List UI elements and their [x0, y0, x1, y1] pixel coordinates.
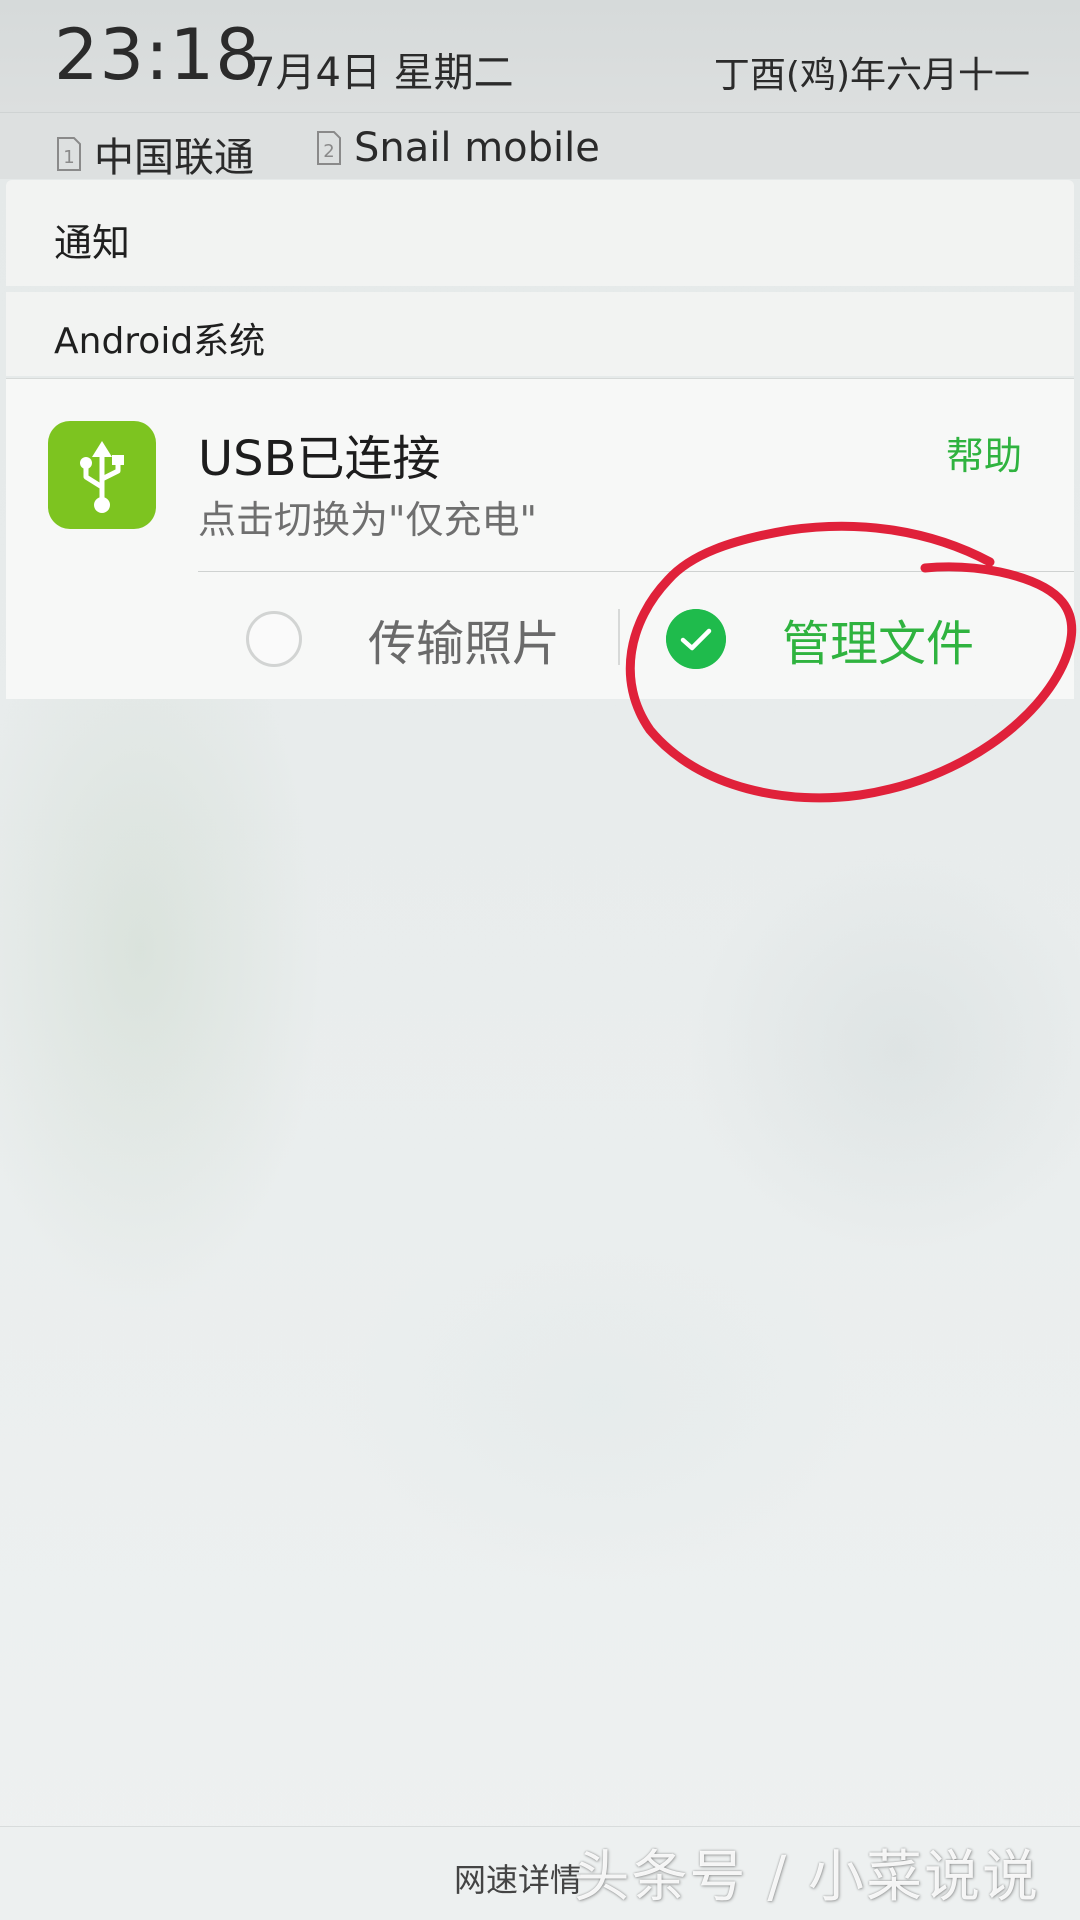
option-separator [618, 609, 620, 665]
sim-slot-1: 1 中国联通 [56, 125, 254, 183]
carrier-name: Snail mobile [354, 125, 600, 171]
clock-time: 23:18 [54, 14, 261, 96]
sim-card-icon: 1 [57, 137, 81, 171]
option-label: 管理文件 [782, 616, 975, 672]
sim-card-icon: 2 [317, 131, 341, 165]
sim-slot-number: 2 [323, 141, 334, 162]
usb-notification[interactable]: USB已连接 点击切换为"仅充电" 帮助 传输照片 管理文件 [6, 378, 1074, 699]
sim-slot-number: 1 [63, 147, 74, 168]
option-transfer-photos[interactable]: 传输照片 [246, 601, 560, 677]
usb-notification-subtitle[interactable]: 点击切换为"仅充电" [198, 489, 537, 544]
check-circle-icon[interactable] [666, 609, 726, 669]
sim-slot-2: 2 Snail mobile [316, 125, 600, 171]
notification-group-header[interactable]: Android系统 [6, 292, 1074, 376]
carrier-name: 中国联通 [94, 135, 254, 181]
help-link[interactable]: 帮助 [946, 425, 1022, 480]
watermark: 头条号 / 小菜说说 [573, 1845, 1040, 1910]
option-label: 传输照片 [368, 616, 561, 672]
date-label: 7月4日 星期二 [250, 50, 514, 96]
usb-notification-title: USB已连接 [198, 431, 441, 487]
divider [198, 571, 1074, 572]
notification-group-title: Android系统 [54, 321, 266, 362]
blurred-backdrop [0, 0, 1080, 1920]
net-speed-link[interactable]: 网速详情 [454, 1855, 582, 1901]
usb-symbol-icon [80, 441, 124, 513]
option-manage-files[interactable]: 管理文件 [666, 601, 974, 677]
lunar-date: 丁酉(鸡)年六月十一 [713, 55, 1030, 96]
status-header: 23:18 7月4日 星期二 丁酉(鸡)年六月十一 [0, 0, 1080, 112]
radio-unchecked-icon[interactable] [246, 611, 302, 667]
usb-icon [48, 421, 156, 529]
notification-header-label: 通知 [54, 221, 131, 265]
sim-carrier-bar: 1 中国联通 2 Snail mobile [0, 112, 1080, 181]
notification-header: 通知 [6, 180, 1074, 286]
